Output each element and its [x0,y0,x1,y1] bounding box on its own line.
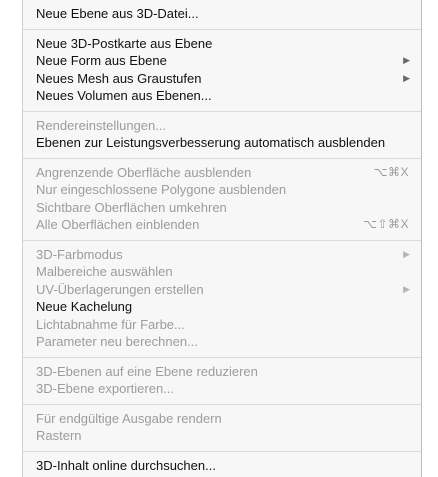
menu-item-neue-3d-postkarte-aus-ebene[interactable]: Neue 3D-Postkarte aus Ebene [23,35,421,53]
menu-item-3d-inhalt-online-durchsuchen[interactable]: 3D-Inhalt online durchsuchen... [23,457,421,475]
menu-item-rastern[interactable]: Rastern [23,427,421,445]
menu-item-label: Lichtabnahme für Farbe... [36,316,185,332]
menu-item-nur-eingeschlossene-polygone-ausblenden[interactable]: Nur eingeschlossene Polygone ausblenden [23,181,421,199]
menu-item-alle-oberflächen-einblenden[interactable]: Alle Oberflächen einblenden ⌥⇧⌘X [23,216,421,234]
menu-item-parameter-neu-berechnen[interactable]: Parameter neu berechnen... [23,333,421,351]
menu-item-label: 3D-Ebene exportieren... [36,381,175,396]
menu-item-für-endgültige-ausgabe-rendern[interactable]: Für endgültige Ausgabe rendern [23,410,421,428]
menu-separator [23,157,421,159]
menu-item-label: 3D-Ebenen auf eine Ebene reduzieren [36,363,258,379]
menu-item-malbereiche-auswählen[interactable]: Malbereiche auswählen [23,263,421,281]
menu-separator [23,239,421,241]
menu-item-label: Nur eingeschlossene Polygone ausblenden [36,182,287,197]
submenu-arrow-icon: ▶ [403,283,410,294]
submenu-arrow-icon: ▶ [403,72,410,83]
menu-item-neue-ebene-aus-3d-datei[interactable]: Neue Ebene aus 3D-Datei... [23,5,421,23]
menu-item-label: Parameter neu berechnen... [36,334,198,349]
menu-item-ebenen-zur-leistungsverbesserung-automatisch-ausblenden[interactable]: Ebenen zur Leistungsverbesserung automat… [23,134,421,152]
menu-item-label: Neue Ebene aus 3D-Datei... [36,6,199,21]
menu-item-label: Rendereinstellungen... [36,117,167,133]
menu-item-label: Alle Oberflächen einblenden [36,217,200,232]
menu-item-label: 3D-Farbmodus [36,246,123,262]
menu-separator [23,450,421,452]
menu-item-label: Neue Kachelung [36,299,133,314]
menu-item-label: UV-Überlagerungen erstellen [36,281,204,297]
menu-item-label: Neue 3D-Postkarte aus Ebene [36,35,213,51]
menu-item-neue-form-aus-ebene[interactable]: Neue Form aus Ebene ▶ [23,52,421,70]
menu-item-label: Neues Mesh aus Graustufen [36,70,202,86]
menu-separator [23,28,421,30]
menu-item-label: 3D-Inhalt online durchsuchen... [36,457,216,473]
menu-item-rendereinstellungen[interactable]: Rendereinstellungen... [23,117,421,135]
submenu-arrow-icon: ▶ [403,55,410,65]
menu-item-label: Für endgültige Ausgabe rendern [36,410,222,426]
menu-item-angrenzende-oberfläche-ausblenden[interactable]: Angrenzende Oberfläche ausblenden ⌥⌘X [23,164,421,182]
menu-item-lichtabnahme-für-farbe[interactable]: Lichtabnahme für Farbe... [23,316,421,334]
menu-item-3d-ebene-exportieren[interactable]: 3D-Ebene exportieren... [23,380,421,398]
menu-item-label: Rastern [36,428,82,443]
menu-item-label: Neues Volumen aus Ebenen... [36,88,212,103]
menu-item-neues-volumen-aus-ebenen[interactable]: Neues Volumen aus Ebenen... [23,87,421,105]
keyboard-shortcut: ⌥⌘X [373,164,409,179]
keyboard-shortcut: ⌥⇧⌘X [363,217,409,231]
menu-item-label: Ebenen zur Leistungsverbesserung automat… [36,135,386,150]
menu-item-uv-überlagerungen-erstellen[interactable]: UV-Überlagerungen erstellen ▶ [23,281,421,299]
submenu-arrow-icon: ▶ [403,248,410,259]
menu-item-sichtbare-oberflächen-umkehren[interactable]: Sichtbare Oberflächen umkehren [23,199,421,217]
3d-menu: Neue Ebene aus 3D-Datei... Neue 3D-Postka… [22,0,422,477]
menu-item-label: Neue Form aus Ebene [36,53,167,68]
menu-item-neue-kachelung[interactable]: Neue Kachelung [23,298,421,316]
menu-separator [23,403,421,405]
menu-item-label: Angrenzende Oberfläche ausblenden [36,164,252,180]
menu-item-neues-mesh-aus-graustufen[interactable]: Neues Mesh aus Graustufen ▶ [23,70,421,88]
menu-item-label: Sichtbare Oberflächen umkehren [36,199,227,215]
menu-item-3d-farbmodus[interactable]: 3D-Farbmodus ▶ [23,246,421,264]
menu-item-label: Malbereiche auswählen [36,264,173,279]
menu-separator [23,110,421,112]
menu-item-3d-ebenen-auf-eine-ebene-reduzieren[interactable]: 3D-Ebenen auf eine Ebene reduzieren [23,363,421,381]
menu-separator [23,356,421,358]
